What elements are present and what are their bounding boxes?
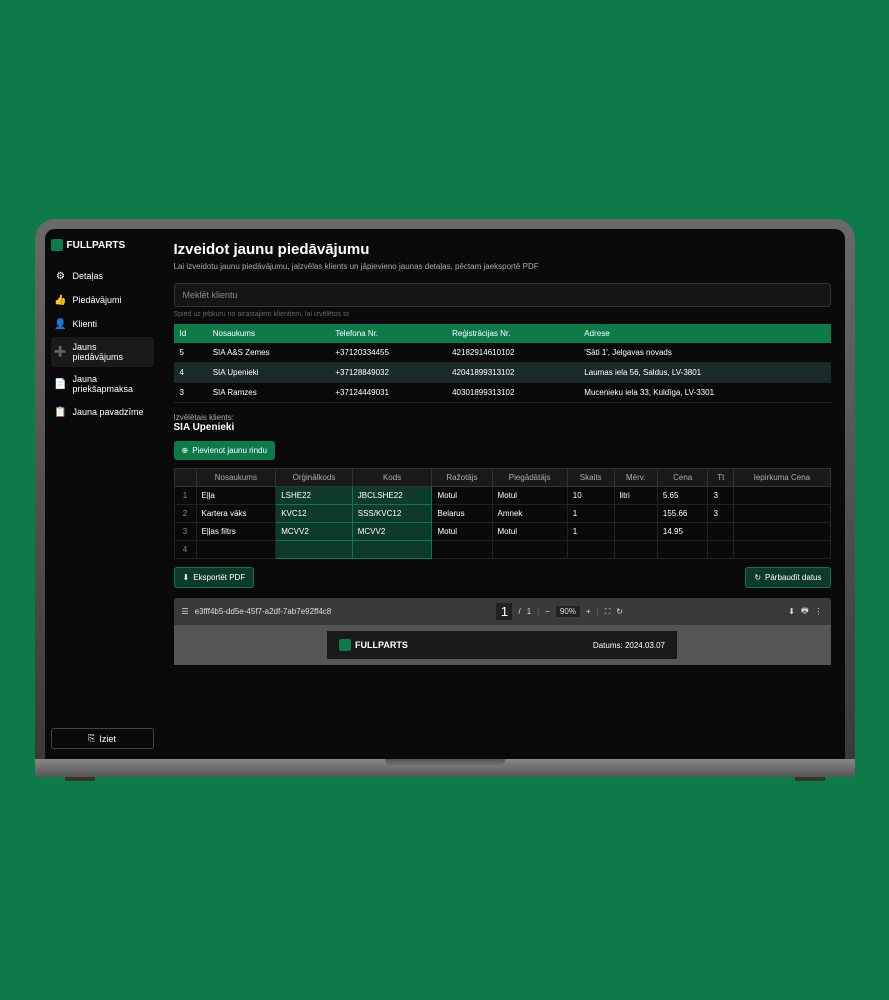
screen-bezel: FULLPARTS ⚙ Detaļas 👍 Piedāvājumi 👤 Klienti ➕ J…	[35, 219, 855, 759]
products-col: Skaits	[567, 469, 614, 487]
products-col: Iepirkuma Cena	[734, 469, 830, 487]
pdf-logo-icon	[339, 639, 351, 651]
pdf-brand: FULLPARTS	[339, 639, 408, 651]
laptop-base	[35, 759, 855, 777]
selected-client-name: SIA Upenieki	[174, 422, 831, 433]
logout-icon: ⎘	[88, 733, 95, 744]
nav-icon: 👤	[55, 318, 67, 330]
col-reg: Reģistrācijas Nr.	[446, 324, 578, 343]
rotate-icon[interactable]: ↻	[616, 607, 623, 616]
col-addr: Adrese	[578, 324, 830, 343]
col-name: Nosaukums	[207, 324, 330, 343]
nav-item-1[interactable]: 👍 Piedāvājumi	[51, 289, 154, 311]
product-row[interactable]: 2Kartera vāksKVC12SSS/KVC12BelarusAmnek1…	[174, 505, 830, 523]
app-screen: FULLPARTS ⚙ Detaļas 👍 Piedāvājumi 👤 Klienti ➕ J…	[45, 229, 845, 759]
product-row[interactable]: 1EļļaLSHE22JBCLSHE22MotulMotul10litri5.6…	[174, 487, 830, 505]
product-row[interactable]: 3Eļļas filtrsMCVV2MCVV2MotulMotul114.95	[174, 523, 830, 541]
page-subtitle: Lai izveidotu jaunu piedāvājumu, jaizvēl…	[174, 262, 831, 271]
pdf-divider: |	[537, 607, 539, 616]
products-col: Cena	[657, 469, 708, 487]
fit-page-icon[interactable]: ⛶	[605, 607, 611, 617]
refresh-icon: ↻	[754, 573, 761, 582]
nav-icon: 📋	[55, 406, 67, 418]
pdf-document-header: FULLPARTS Datums: 2024.03.07	[327, 631, 677, 659]
pdf-page-separator: /	[518, 607, 520, 616]
clients-table: Id Nosaukums Telefona Nr. Reģistrācijas …	[174, 324, 831, 403]
action-bar: ⬇ Eksportēt PDF ↻ Pārbaudīt datus	[174, 567, 831, 588]
check-label: Pārbaudīt datus	[765, 573, 821, 582]
client-row[interactable]: 4SIA Upenieki+3712884903242041899313102L…	[174, 363, 831, 383]
pdf-page-input[interactable]	[496, 603, 512, 620]
search-hint: Spied uz jebkuru no atrastajiem klientie…	[174, 311, 831, 318]
col-id: Id	[174, 324, 207, 343]
pdf-zoom: 90%	[556, 606, 580, 617]
nav-item-3[interactable]: ➕ Jauns piedāvājums	[51, 337, 154, 367]
products-col	[174, 469, 196, 487]
products-col: Nosaukums	[196, 469, 276, 487]
nav-item-2[interactable]: 👤 Klienti	[51, 313, 154, 335]
check-data-button[interactable]: ↻ Pārbaudīt datus	[745, 567, 830, 588]
laptop-notch	[385, 759, 505, 767]
nav-item-4[interactable]: 📄 Jauna priekšapmaksa	[51, 369, 154, 399]
nav-item-0[interactable]: ⚙ Detaļas	[51, 265, 154, 287]
logo-icon	[51, 239, 63, 251]
logout-button[interactable]: ⎘ Iziet	[51, 728, 154, 749]
products-col: Mērv.	[614, 469, 657, 487]
products-col: Kods	[352, 469, 432, 487]
nav-label: Piedāvājumi	[73, 295, 122, 305]
menu-icon[interactable]: ☰	[182, 607, 189, 616]
nav-label: Detaļas	[73, 271, 104, 281]
client-row[interactable]: 3SIA Ramzes+3712444903140301899313102Muc…	[174, 383, 831, 403]
nav-icon: ➕	[55, 346, 67, 358]
nav-list: ⚙ Detaļas 👍 Piedāvājumi 👤 Klienti ➕ Jauns piedā…	[51, 265, 154, 425]
search-input[interactable]: Meklēt klientu	[174, 283, 831, 307]
export-label: Eksportēt PDF	[193, 573, 245, 582]
products-col: Piegādātājs	[492, 469, 567, 487]
nav-item-5[interactable]: 📋 Jauna pavadzīme	[51, 401, 154, 423]
nav-label: Klienti	[73, 319, 98, 329]
pdf-page: FULLPARTS Datums: 2024.03.07	[174, 625, 831, 665]
nav-label: Jauna priekšapmaksa	[73, 374, 150, 394]
client-row[interactable]: 5SIA A&S Zemes+3712033445542182914610102…	[174, 343, 831, 363]
laptop-frame: FULLPARTS ⚙ Detaļas 👍 Piedāvājumi 👤 Klienti ➕ J…	[35, 219, 855, 781]
pdf-date: Datums: 2024.03.07	[593, 641, 665, 650]
logout-label: Iziet	[99, 734, 116, 744]
plus-icon: ⊕	[182, 446, 189, 455]
products-col: Ražotājs	[432, 469, 492, 487]
add-row-label: Pievienot jaunu rindu	[192, 446, 267, 455]
nav-label: Jauns piedāvājums	[73, 342, 150, 362]
page-title: Izveidot jaunu piedāvājumu	[174, 241, 831, 258]
selected-client-label: Izvēlētais klients:	[174, 413, 831, 422]
products-col: Tt	[708, 469, 734, 487]
nav-icon: ⚙	[55, 270, 67, 282]
nav-label: Jauna pavadzīme	[73, 407, 144, 417]
add-row-button[interactable]: ⊕ Pievienot jaunu rindu	[174, 441, 275, 460]
export-pdf-button[interactable]: ⬇ Eksportēt PDF	[174, 567, 255, 588]
products-table: NosaukumsOrģinālkodsKodsRažotājsPiegādāt…	[174, 468, 831, 559]
sidebar: FULLPARTS ⚙ Detaļas 👍 Piedāvājumi 👤 Klienti ➕ J…	[45, 229, 160, 759]
print-icon[interactable]: 🖶	[801, 605, 809, 619]
zoom-in-icon[interactable]: +	[586, 607, 591, 616]
col-phone: Telefona Nr.	[329, 324, 446, 343]
laptop-feet	[35, 777, 855, 781]
zoom-out-icon[interactable]: −	[545, 607, 550, 616]
nav-icon: 📄	[55, 378, 67, 390]
pdf-viewer: ☰ e3fff4b5-dd5e-45f7-a2df-7ab7e92ff4c8 /…	[174, 598, 831, 665]
download-pdf-icon[interactable]: ⬇	[788, 607, 795, 616]
products-col: Orģinālkods	[276, 469, 353, 487]
main-content: Izveidot jaunu piedāvājumu Lai izveidotu…	[160, 229, 845, 759]
product-row[interactable]: 4	[174, 541, 830, 559]
app-logo: FULLPARTS	[51, 239, 154, 251]
nav-icon: 👍	[55, 294, 67, 306]
pdf-divider-2: |	[597, 607, 599, 616]
more-icon[interactable]: ⋮	[815, 607, 823, 616]
pdf-toolbar: ☰ e3fff4b5-dd5e-45f7-a2df-7ab7e92ff4c8 /…	[174, 598, 831, 625]
pdf-page-total: 1	[527, 607, 531, 616]
pdf-filename: e3fff4b5-dd5e-45f7-a2df-7ab7e92ff4c8	[195, 607, 332, 616]
download-icon: ⬇	[183, 573, 190, 582]
brand-name: FULLPARTS	[67, 240, 126, 251]
